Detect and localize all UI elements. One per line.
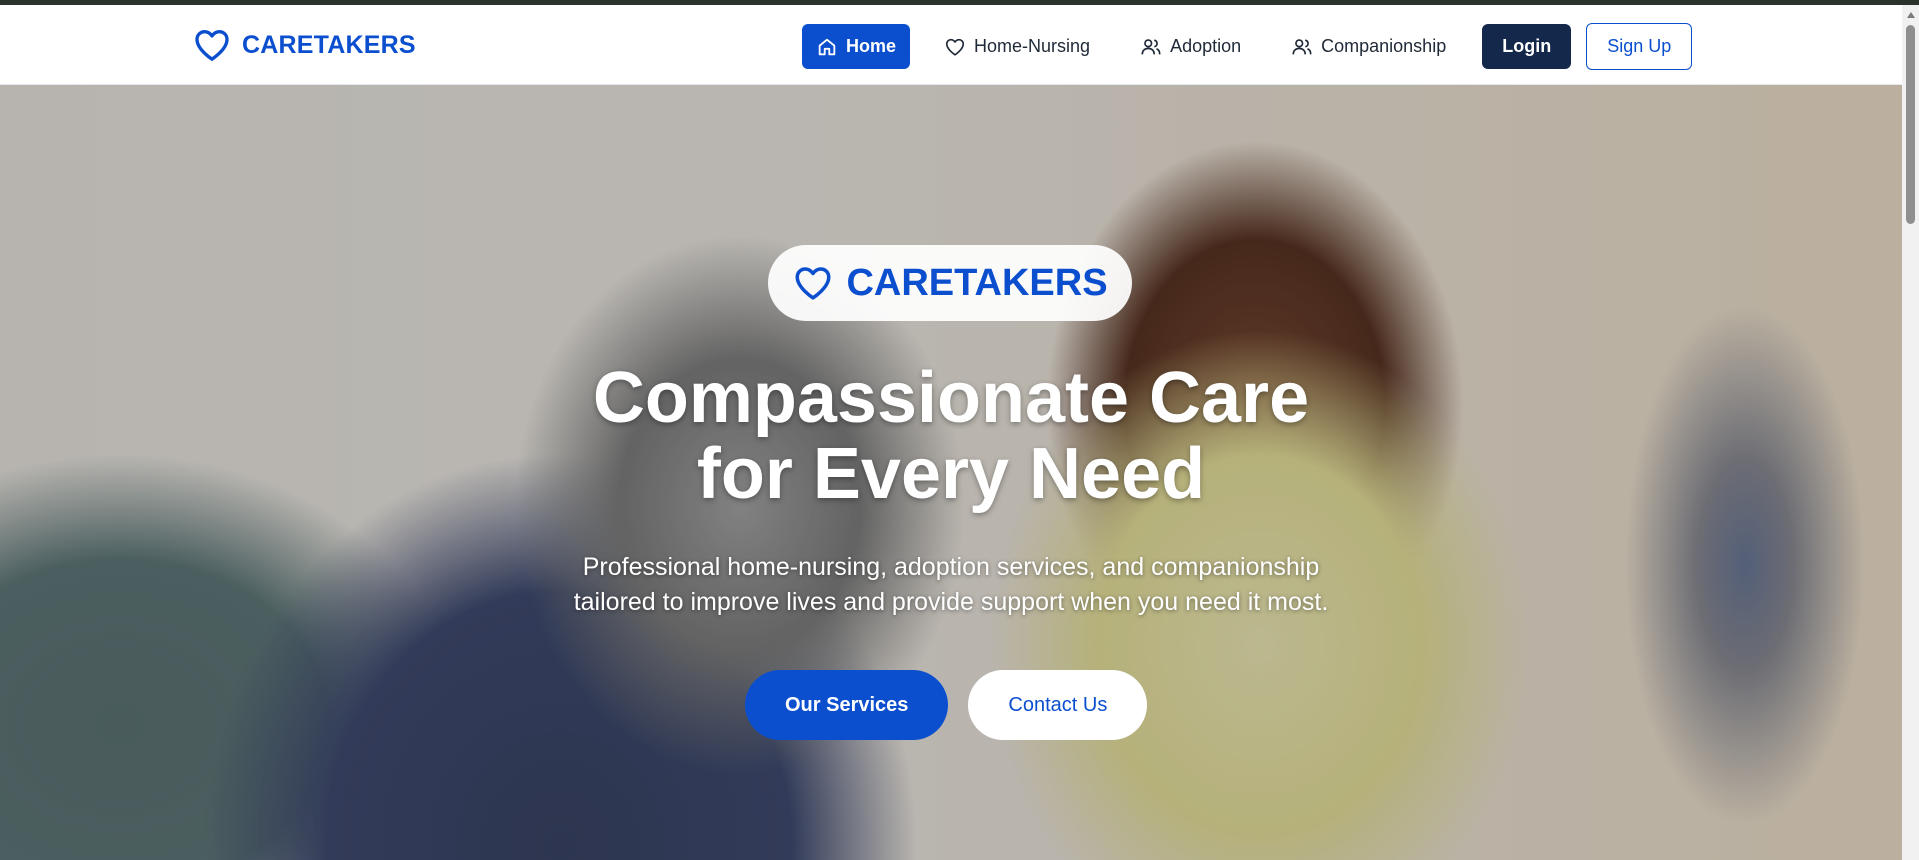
our-services-button[interactable]: Our Services — [745, 670, 949, 740]
hero-title: Compassionate Care for Every Need — [451, 360, 1451, 512]
nav-item-label: Home-Nursing — [974, 36, 1091, 56]
contact-us-button[interactable]: Contact Us — [968, 670, 1148, 740]
signup-button[interactable]: Sign Up — [1586, 23, 1693, 70]
hero-section: CARETAKERS Compassionate Care for Every … — [0, 85, 1902, 860]
hero-title-line-2: for Every Need — [696, 434, 1206, 514]
hero-title-line-1: Compassionate Care — [592, 358, 1310, 438]
brand-logo-link[interactable]: CARETAKERS — [192, 25, 416, 65]
heart-icon — [195, 30, 229, 61]
hero-actions: Our Services Contact Us — [745, 670, 1148, 740]
navbar: CARETAKERS Home Home-Nursing Adoption Co… — [0, 5, 1902, 85]
hero-subtitle-line-1: Professional home-nursing, adoption serv… — [582, 553, 1320, 581]
nav-item-adoption[interactable]: Adoption — [1126, 24, 1255, 69]
scroll-up-arrow-icon[interactable] — [1907, 12, 1915, 18]
hero-subtitle: Professional home-nursing, adoption serv… — [531, 550, 1371, 620]
home-icon — [818, 38, 836, 55]
nav-item-label: Home — [846, 36, 897, 56]
nav-item-companionship[interactable]: Companionship — [1277, 24, 1460, 69]
nav-item-label: Adoption — [1170, 36, 1242, 56]
nav-item-home-nursing[interactable]: Home-Nursing — [930, 24, 1104, 69]
heart-icon — [945, 38, 965, 56]
users-icon — [1292, 38, 1312, 54]
heart-icon — [795, 267, 831, 300]
nav-item-home[interactable]: Home — [802, 24, 911, 69]
nav-item-label: Companionship — [1321, 36, 1447, 56]
login-button[interactable]: Login — [1482, 24, 1572, 69]
scrollbar-thumb[interactable] — [1906, 25, 1915, 224]
main-nav: Home Home-Nursing Adoption Companionship… — [802, 23, 1693, 70]
hero-subtitle-line-2: tailored to improve lives and provide su… — [573, 588, 1329, 616]
hero-badge: CARETAKERS — [768, 245, 1132, 321]
hero-badge-text: CARETAKERS — [846, 261, 1108, 304]
users-icon — [1141, 38, 1161, 54]
brand-name: CARETAKERS — [242, 30, 416, 59]
vertical-scrollbar[interactable] — [1902, 5, 1919, 860]
